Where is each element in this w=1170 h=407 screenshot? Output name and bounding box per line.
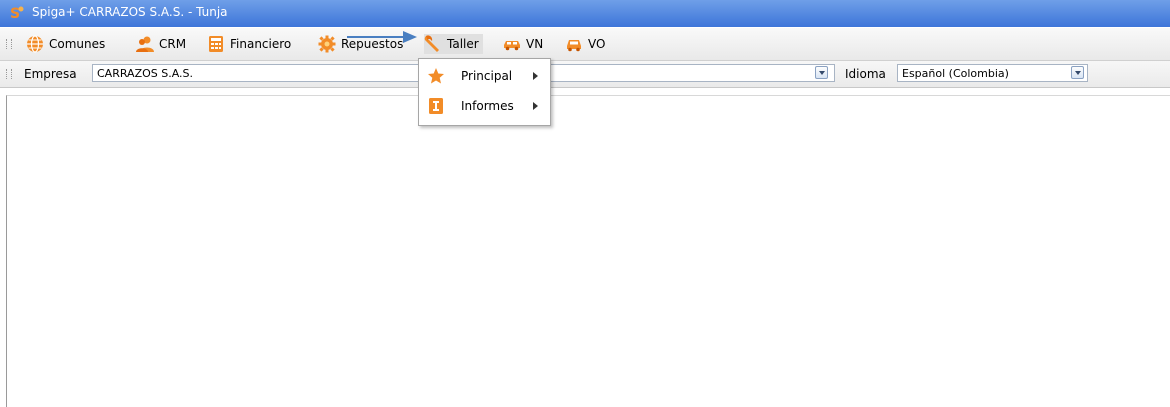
users-icon <box>136 36 154 52</box>
empresa-select[interactable]: CARRAZOS S.A.S. <box>92 64 422 82</box>
menu-item-principal-label: Principal <box>461 69 513 83</box>
submenu-arrow-icon <box>533 102 538 110</box>
title-bar: S Spiga+ CARRAZOS S.A.S. - Tunja <box>0 0 1170 27</box>
svg-text:S: S <box>10 6 20 21</box>
main-menu-bar: Comunes CRM Financiero Repuestos Taller … <box>0 28 1170 61</box>
context-toolbar: Empresa CARRAZOS S.A.S. Idioma Español (… <box>0 61 1170 88</box>
menu-taller[interactable]: Taller <box>424 34 483 54</box>
menu-financiero-label: Financiero <box>230 37 292 51</box>
menu-financiero[interactable]: Financiero <box>207 34 291 54</box>
app-logo-icon: S <box>10 6 24 21</box>
gear-icon <box>318 35 336 53</box>
menu-vn[interactable]: VN <box>503 34 543 54</box>
toolbar-grip-icon[interactable] <box>6 69 12 79</box>
star-icon <box>428 68 444 84</box>
main-content-area <box>6 95 1170 407</box>
toolbar-grip-icon[interactable] <box>6 39 12 49</box>
window-title: Spiga+ CARRAZOS S.A.S. - Tunja <box>32 5 228 19</box>
menu-item-informes[interactable]: Informes <box>419 92 548 120</box>
wrench-icon <box>424 35 439 52</box>
menu-vo[interactable]: VO <box>565 34 605 54</box>
idioma-value: Español (Colombia) <box>902 67 1009 80</box>
report-icon <box>429 98 443 114</box>
new-car-icon <box>504 41 520 51</box>
menu-item-informes-label: Informes <box>461 99 514 113</box>
idioma-select[interactable]: Español (Colombia) <box>897 64 1088 82</box>
pointer-arrow-icon <box>347 31 417 43</box>
empresa-value: CARRAZOS S.A.S. <box>97 67 194 80</box>
submenu-arrow-icon <box>533 72 538 80</box>
taller-dropdown-menu: Principal Informes <box>418 58 551 126</box>
menu-comunes[interactable]: Comunes <box>26 34 105 54</box>
calculator-icon <box>209 36 223 52</box>
menu-comunes-label: Comunes <box>49 37 106 51</box>
empresa-dropdown-button[interactable] <box>815 66 828 79</box>
globe-icon <box>27 35 43 53</box>
menu-vo-label: VO <box>588 37 606 51</box>
menu-crm-label: CRM <box>159 37 187 51</box>
menu-item-principal[interactable]: Principal <box>419 62 548 90</box>
idioma-dropdown-button[interactable] <box>1071 66 1084 79</box>
used-car-icon <box>567 40 581 52</box>
empresa-label: Empresa <box>24 67 77 81</box>
menu-taller-label: Taller <box>447 37 479 51</box>
idioma-label: Idioma <box>845 67 886 81</box>
menu-vn-label: VN <box>526 37 544 51</box>
menu-crm[interactable]: CRM <box>136 34 186 54</box>
empresa-select-tail[interactable] <box>549 64 835 82</box>
